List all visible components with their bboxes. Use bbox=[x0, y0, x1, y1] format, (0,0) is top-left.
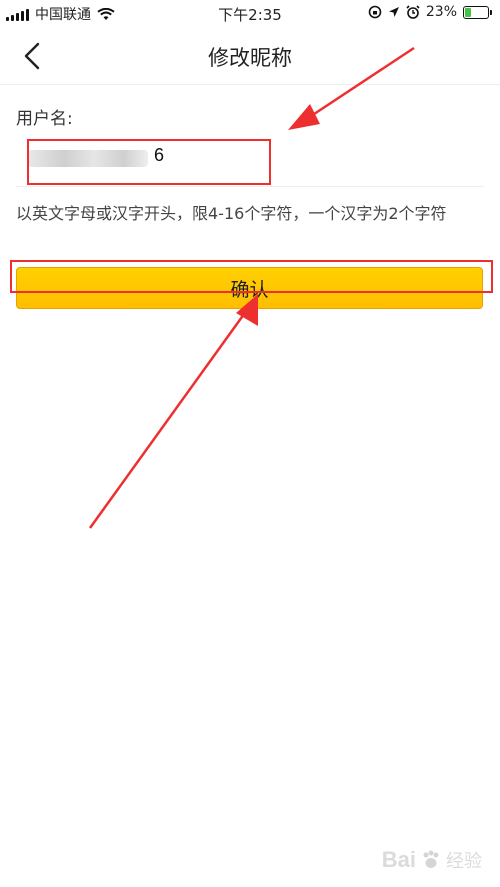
watermark-sub: 经验 bbox=[446, 851, 482, 872]
annotation-arrow-bottom bbox=[88, 294, 258, 529]
paw-icon bbox=[423, 850, 439, 868]
baidu-watermark: Bai 经验 bbox=[382, 847, 482, 873]
watermark-text: Bai bbox=[381, 847, 416, 872]
annotation-arrow-top bbox=[288, 46, 415, 130]
annotation-arrows bbox=[88, 46, 415, 529]
